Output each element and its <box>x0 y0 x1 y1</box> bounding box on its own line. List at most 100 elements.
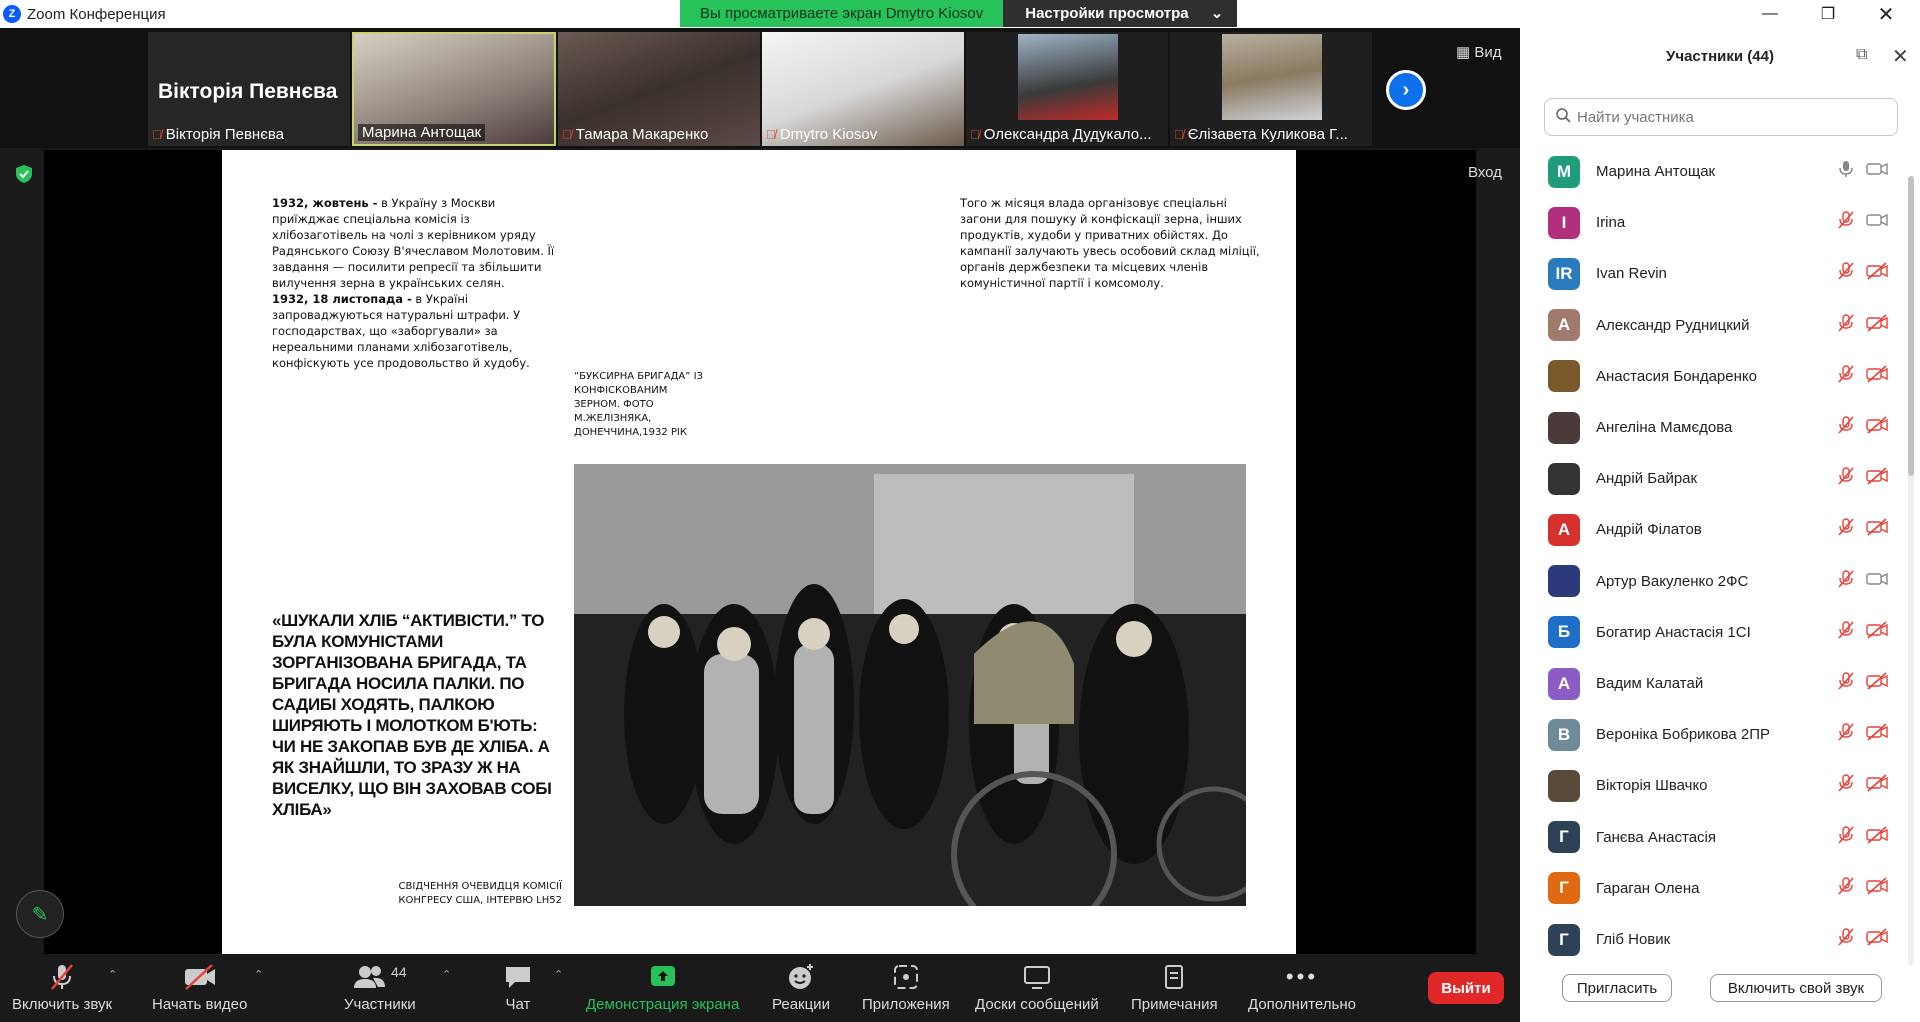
search-input[interactable] <box>1577 108 1877 126</box>
close-window-button[interactable]: ✕ <box>1858 0 1914 28</box>
participants-options-caret[interactable]: ⌃ <box>442 968 451 981</box>
participants-button[interactable]: 44 Участники <box>344 962 416 1013</box>
mic-muted-icon[interactable] <box>1838 416 1854 439</box>
video-off-icon[interactable] <box>1866 365 1888 388</box>
video-off-icon[interactable] <box>1866 313 1888 337</box>
video-tile[interactable]: 🎙̸ Єлізавета Куликова Г... <box>1170 32 1372 146</box>
video-tile[interactable]: Вікторія Певнєва 🎙̸ Вікторія Певнєва <box>148 32 350 146</box>
video-tile[interactable]: 🎙̸ Dmytro Kiosov <box>762 32 964 146</box>
video-off-icon[interactable] <box>1866 211 1888 234</box>
participant-name: Ганєва Анастасія <box>1596 828 1716 846</box>
participant-row[interactable]: М Марина Антощак <box>1520 146 1908 197</box>
popout-icon[interactable]: ⧉ <box>1856 46 1867 64</box>
security-shield-icon[interactable] <box>14 164 34 184</box>
minimize-button[interactable]: — <box>1742 0 1798 28</box>
mic-muted-icon[interactable] <box>1838 467 1854 490</box>
mic-muted-icon[interactable] <box>1838 313 1854 337</box>
video-off-icon[interactable] <box>1866 570 1888 593</box>
video-off-icon[interactable] <box>1866 621 1888 644</box>
unmute-me-button[interactable]: Включить свой звук <box>1710 974 1882 1002</box>
video-off-icon[interactable] <box>1866 672 1888 695</box>
avatar: А <box>1548 667 1580 700</box>
mic-muted-icon: 🎙̸ <box>766 127 776 142</box>
mic-muted-icon[interactable] <box>1838 928 1854 951</box>
mic-muted-icon[interactable] <box>1838 518 1854 541</box>
participant-row[interactable]: А Александр Рудницкий <box>1520 300 1908 351</box>
participant-name: Irina <box>1596 214 1626 232</box>
mic-muted-icon[interactable] <box>1838 774 1854 797</box>
video-tile[interactable]: Марина Антощак <box>352 32 556 146</box>
start-video-button[interactable]: Начать видео <box>152 962 247 1013</box>
participant-row[interactable]: Артур Вакуленко 2ФС <box>1520 556 1908 607</box>
participant-row[interactable]: Г Гліб Новик <box>1520 914 1908 965</box>
more-button[interactable]: ••• Дополнительно <box>1248 962 1356 1013</box>
reactions-button[interactable]: Реакции <box>772 962 830 1013</box>
scrollbar-thumb[interactable] <box>1908 176 1914 476</box>
participant-row[interactable]: Вікторія Швачко <box>1520 760 1908 811</box>
participants-count: 44 <box>391 964 407 980</box>
participant-row[interactable]: IR Ivan Revin <box>1520 248 1908 299</box>
participant-row[interactable]: Б Богатир Анастасія 1СІ <box>1520 607 1908 658</box>
whiteboards-button[interactable]: Доски сообщений <box>975 962 1099 1013</box>
participant-row[interactable]: I Irina <box>1520 197 1908 248</box>
audio-options-caret[interactable]: ⌃ <box>108 968 117 981</box>
participant-row[interactable]: А Вадим Калатай <box>1520 658 1908 709</box>
video-off-icon[interactable] <box>1866 825 1888 849</box>
mic-muted-icon: 🎙̸ <box>1174 127 1184 142</box>
video-off-icon[interactable] <box>1866 262 1888 285</box>
leave-button[interactable]: Выйти <box>1428 972 1504 1004</box>
avatar-initial: М <box>1556 161 1572 181</box>
mic-muted-icon[interactable] <box>1838 825 1854 849</box>
video-off-icon[interactable] <box>1866 518 1888 541</box>
mic-muted-icon[interactable] <box>1838 211 1854 234</box>
chat-options-caret[interactable]: ⌃ <box>554 968 563 981</box>
video-off-icon[interactable] <box>1866 928 1888 951</box>
next-page-button[interactable]: › <box>1386 70 1426 110</box>
mic-muted-icon[interactable] <box>1838 262 1854 285</box>
participant-row[interactable]: Андрій Байрак <box>1520 453 1908 504</box>
participant-row[interactable]: В Вероніка Бобрикова 2ПР <box>1520 709 1908 760</box>
mic-muted-icon[interactable] <box>1838 365 1854 388</box>
video-tile[interactable]: 🎙̸ Тамара Макаренко <box>558 32 760 146</box>
annotate-pen-icon[interactable]: ✎ <box>16 890 64 938</box>
photo-caption: “БУКСИРНА БРИГАДА” ІЗ КОНФІСКОВАНИМ ЗЕРН… <box>574 371 703 438</box>
video-options-caret[interactable]: ⌃ <box>254 968 263 981</box>
participant-row[interactable]: Г Ганєва Анастасія <box>1520 812 1908 863</box>
more-label: Дополнительно <box>1248 996 1356 1013</box>
video-off-icon[interactable] <box>1866 160 1888 183</box>
close-icon[interactable]: ✕ <box>1892 44 1909 69</box>
share-screen-button[interactable]: Демонстрация экрана <box>586 962 739 1013</box>
view-settings-button[interactable]: Настройки просмотра ⌄ <box>1003 0 1238 27</box>
video-off-icon[interactable] <box>1866 723 1888 746</box>
view-button[interactable]: ▦ Вид <box>1456 43 1502 61</box>
unmute-button[interactable]: Включить звук <box>12 962 112 1013</box>
invite-button[interactable]: Пригласить <box>1562 974 1672 1002</box>
participant-row[interactable]: Анастасия Бондаренко <box>1520 351 1908 402</box>
participant-row[interactable]: Г Гараган Олена <box>1520 863 1908 914</box>
tile-name: Тамара Макаренко <box>575 126 709 143</box>
enter-button[interactable]: Вход <box>1468 164 1502 181</box>
apps-button[interactable]: Приложения <box>862 962 950 1013</box>
maximize-button[interactable]: ❐ <box>1800 0 1856 28</box>
participant-row[interactable]: Ангеліна Мамєдова <box>1520 402 1908 453</box>
video-off-icon[interactable] <box>1866 416 1888 439</box>
more-dots-icon: ••• <box>1285 964 1319 989</box>
date-2: 1932, 18 листопада - <box>272 292 412 306</box>
notes-button[interactable]: Примечания <box>1131 962 1218 1013</box>
video-tile[interactable]: 🎙̸ Олександра Дудукало... <box>966 32 1168 146</box>
mic-muted-icon[interactable] <box>1838 621 1854 644</box>
mic-muted-icon[interactable] <box>1838 723 1854 746</box>
avatar-initial: I <box>1561 212 1567 232</box>
video-off-icon[interactable] <box>1866 877 1888 900</box>
mic-muted-icon[interactable] <box>1838 569 1854 593</box>
mic-muted-icon[interactable] <box>1838 672 1854 695</box>
mic-icon[interactable] <box>1838 160 1854 183</box>
video-off-icon[interactable] <box>1866 467 1888 490</box>
chat-button[interactable]: Чат <box>503 962 533 1013</box>
tile-name: Олександра Дудукало... <box>983 126 1152 143</box>
participant-row[interactable]: А Андрій Філатов <box>1520 504 1908 555</box>
participant-search[interactable] <box>1544 98 1898 136</box>
video-off-icon[interactable] <box>1866 774 1888 797</box>
avatar-initial: А <box>1557 315 1571 335</box>
mic-muted-icon[interactable] <box>1838 877 1854 900</box>
